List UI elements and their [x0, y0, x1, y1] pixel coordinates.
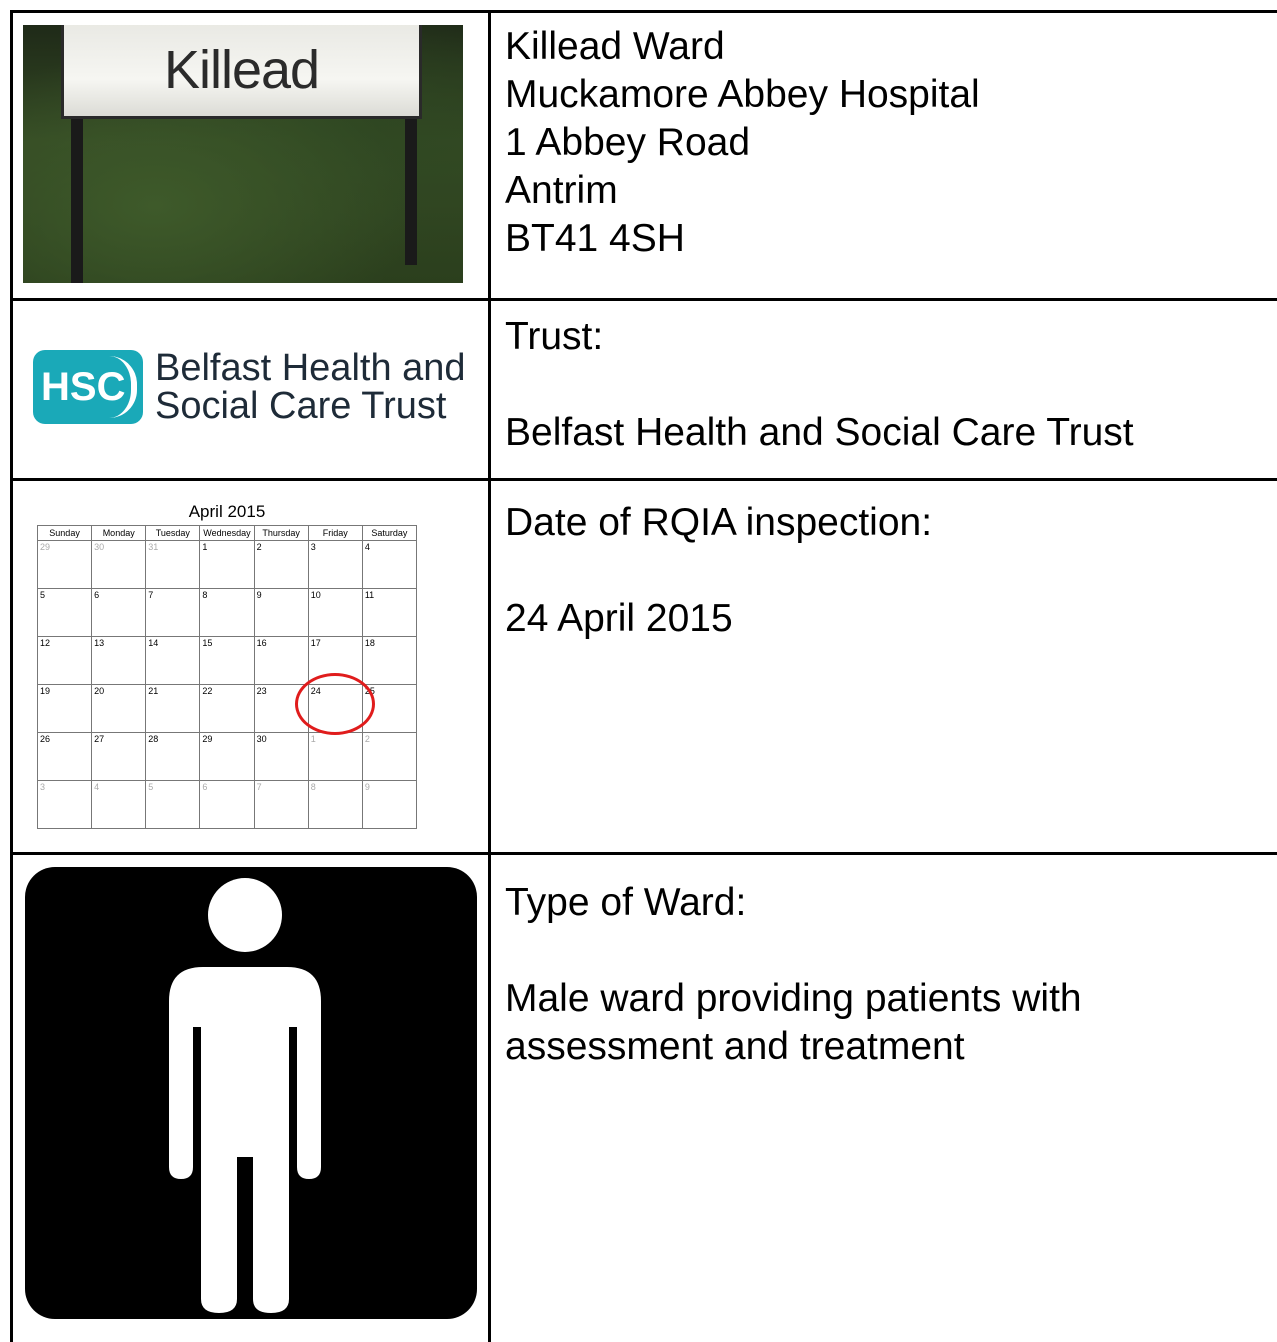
sign-text: Killead — [164, 39, 319, 101]
ward-type-value-line1: Male ward providing patients with — [505, 975, 1277, 1023]
trust-logo-cell: HSC Belfast Health and Social Care Trust — [12, 300, 490, 480]
calendar-day: 29 — [38, 541, 92, 589]
ward-sign-cell: Killead — [12, 12, 490, 300]
calendar-day: 30 — [254, 733, 308, 781]
calendar-day: 1 — [200, 541, 254, 589]
inspection-date-value: 24 April 2015 — [505, 595, 1277, 643]
calendar-day: 27 — [92, 733, 146, 781]
calendar-day: 16 — [254, 637, 308, 685]
calendar-day: 9 — [254, 589, 308, 637]
ward-type-label: Type of Ward: — [505, 879, 1277, 927]
calendar-day: 18 — [362, 637, 416, 685]
calendar-day: 22 — [200, 685, 254, 733]
calendar-weekday: Wednesday — [200, 526, 254, 541]
inspection-date-label: Date of RQIA inspection: — [505, 499, 1277, 547]
trust-label: Trust: — [505, 313, 1277, 361]
calendar-day: 29 — [200, 733, 254, 781]
calendar-day: 5 — [38, 589, 92, 637]
calendar-day: 5 — [146, 781, 200, 829]
ward-type-value-line2: assessment and treatment — [505, 1023, 1277, 1071]
calendar-day: 6 — [200, 781, 254, 829]
calendar-weekday: Friday — [308, 526, 362, 541]
calendar-day: 8 — [200, 589, 254, 637]
postcode: BT41 4SH — [505, 215, 1277, 263]
male-person-icon — [25, 867, 477, 1319]
calendar-day: 15 — [200, 637, 254, 685]
calendar-day: 13 — [92, 637, 146, 685]
row-ward-address: Killead Killead Ward Muckamore Abbey Hos… — [12, 12, 1277, 300]
calendar-weekday: Saturday — [362, 526, 416, 541]
calendar-title: April 2015 — [37, 501, 417, 523]
ward-name: Killead Ward — [505, 23, 1277, 71]
calendar-cell: April 2015 SundayMondayTuesdayWednesdayT… — [12, 480, 490, 854]
row-trust: HSC Belfast Health and Social Care Trust… — [12, 300, 1277, 480]
calendar-day: 11 — [362, 589, 416, 637]
calendar-day: 7 — [254, 781, 308, 829]
calendar-day: 1 — [308, 733, 362, 781]
hsc-logo-line1: Belfast Health and — [155, 349, 466, 387]
calendar-day: 4 — [92, 781, 146, 829]
hsc-logo: HSC Belfast Health and Social Care Trust — [33, 349, 466, 425]
calendar-day: 31 — [146, 541, 200, 589]
row-inspection-date: April 2015 SundayMondayTuesdayWednesdayT… — [12, 480, 1277, 854]
hsc-badge: HSC — [33, 350, 143, 424]
calendar-day: 28 — [146, 733, 200, 781]
calendar-day: 21 — [146, 685, 200, 733]
date-circle-marker — [295, 673, 375, 735]
male-sign-panel — [25, 867, 477, 1319]
calendar-day: 30 — [92, 541, 146, 589]
calendar-weekday: Thursday — [254, 526, 308, 541]
ward-type-cell: Type of Ward: Male ward providing patien… — [490, 854, 1277, 1342]
calendar-weekday: Tuesday — [146, 526, 200, 541]
calendar-grid: SundayMondayTuesdayWednesdayThursdayFrid… — [37, 525, 417, 829]
sign-board: Killead — [61, 25, 422, 119]
calendar-day: 26 — [38, 733, 92, 781]
calendar-day: 8 — [308, 781, 362, 829]
town: Antrim — [505, 167, 1277, 215]
calendar-day: 10 — [308, 589, 362, 637]
calendar-day: 2 — [254, 541, 308, 589]
calendar-weekday: Sunday — [38, 526, 92, 541]
calendar-weekday: Monday — [92, 526, 146, 541]
hsc-logo-text: Belfast Health and Social Care Trust — [155, 349, 466, 425]
ward-address-cell: Killead Ward Muckamore Abbey Hospital 1 … — [490, 12, 1277, 300]
calendar-day: 4 — [362, 541, 416, 589]
hsc-logo-line2: Social Care Trust — [155, 387, 466, 425]
street-address: 1 Abbey Road — [505, 119, 1277, 167]
calendar-day: 12 — [38, 637, 92, 685]
calendar-day: 2 — [362, 733, 416, 781]
ward-info-table: Killead Killead Ward Muckamore Abbey Hos… — [10, 10, 1277, 1342]
calendar-day: 7 — [146, 589, 200, 637]
hospital-name: Muckamore Abbey Hospital — [505, 71, 1277, 119]
calendar-day: 19 — [38, 685, 92, 733]
calendar-day: 3 — [308, 541, 362, 589]
trust-cell: Trust: Belfast Health and Social Care Tr… — [490, 300, 1277, 480]
calendar-day: 6 — [92, 589, 146, 637]
trust-value: Belfast Health and Social Care Trust — [505, 409, 1277, 457]
ward-sign-photo: Killead — [23, 25, 463, 283]
male-sign-cell — [12, 854, 490, 1342]
inspection-date-cell: Date of RQIA inspection: 24 April 2015 — [490, 480, 1277, 854]
calendar: April 2015 SundayMondayTuesdayWednesdayT… — [37, 501, 417, 829]
calendar-day: 14 — [146, 637, 200, 685]
row-ward-type: Type of Ward: Male ward providing patien… — [12, 854, 1277, 1342]
calendar-day: 20 — [92, 685, 146, 733]
calendar-day: 3 — [38, 781, 92, 829]
hsc-arc-icon — [109, 356, 137, 418]
calendar-day: 9 — [362, 781, 416, 829]
